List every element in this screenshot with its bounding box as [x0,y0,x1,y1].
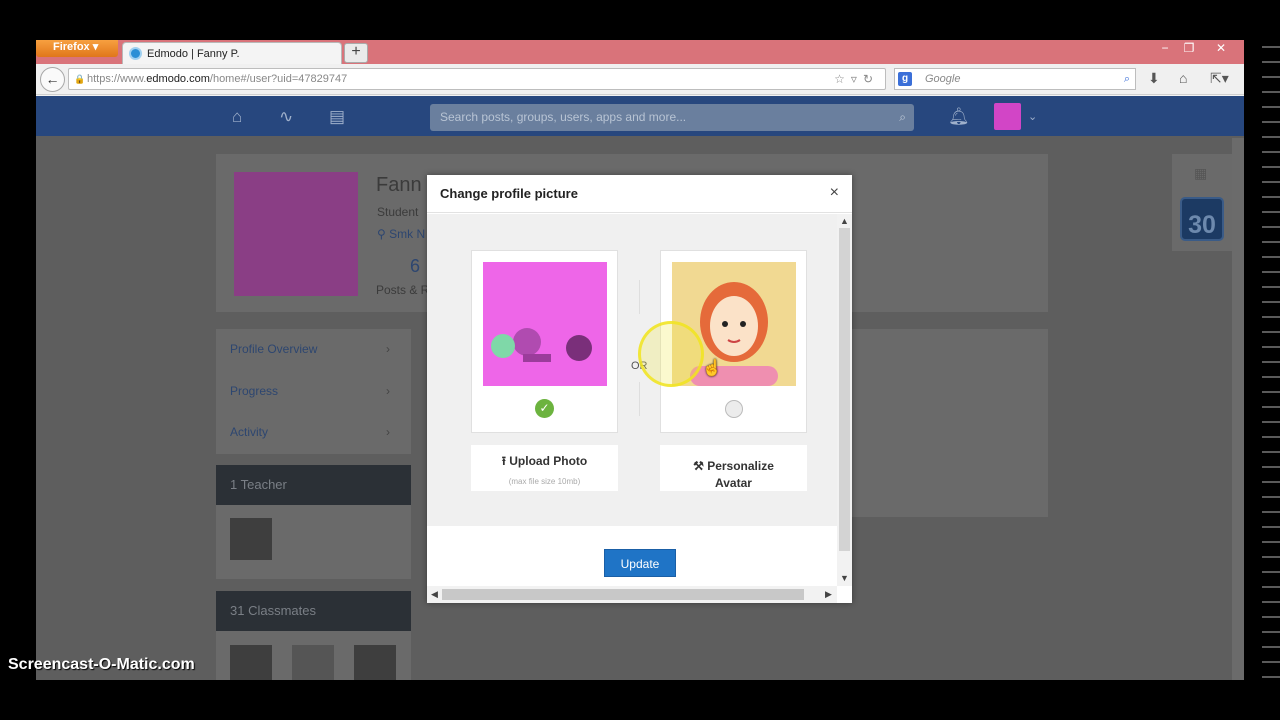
recorder-watermark: Screencast-O-Matic.com [8,656,195,673]
profile-role: Student [377,205,419,219]
classmate-avatar[interactable] [230,645,272,680]
bell-icon[interactable]: 🔔︎ [948,107,970,127]
house-icon[interactable]: ⌂ [232,107,242,127]
close-icon[interactable]: × [830,184,839,202]
magic-wand-icon: ⚒ [693,459,704,473]
url-bar[interactable]: 🔒 https://www.edmodo.com/home#/user?uid=… [68,68,886,90]
personalize-avatar-button[interactable]: ⚒ Personalize Avatar [660,445,807,491]
bookmark-star-icon[interactable]: ☆ [834,72,851,86]
upload-photo-button[interactable]: ⭱ Upload Photo (max file size 10mb) [471,445,618,491]
or-divider-bottom [639,382,640,416]
url-path: /home#/user?uid=47829747 [209,73,348,85]
modal-footer: Update [427,526,837,586]
title-bar: Firefox ▾ Edmodo | Fanny P. + − ❐ ✕ [36,40,1244,64]
planner-icon[interactable]: ▤ [329,107,345,127]
modal-header: Change profile picture × [427,175,852,213]
url-bar-icons: ☆▿↻ [834,69,879,89]
classmates-header[interactable]: 31 Classmates [216,591,411,631]
current-photo-thumbnail [483,262,607,386]
modal-horizontal-thumb[interactable] [442,589,804,600]
avatar-label: Avatar [715,476,752,490]
teacher-avatar[interactable] [230,518,272,560]
chevron-right-icon: › [386,342,390,356]
navigation-bar: ← 🔒 https://www.edmodo.com/home#/user?ui… [36,64,1244,95]
update-button[interactable]: Update [604,549,676,577]
edmodo-search-placeholder: Search posts, groups, users, apps and mo… [440,110,687,124]
chevron-down-icon[interactable]: ⌄ [1028,110,1037,123]
browser-tab[interactable]: Edmodo | Fanny P. [122,42,342,64]
edmodo-favicon-icon [129,47,142,60]
sidebar-item-progress[interactable]: Progress [230,384,410,398]
avatar-radio[interactable] [725,400,743,418]
dropdown-icon[interactable]: ▿ [851,72,863,86]
profile-picture [234,172,358,296]
activity-icon[interactable]: ∿ [279,107,293,127]
scroll-left-icon[interactable]: ◀ [431,589,438,600]
web-search-placeholder: Google [925,73,961,85]
calendar-icon[interactable]: 30 [1180,197,1224,241]
back-arrow-icon[interactable]: ← [40,67,65,92]
web-search-field[interactable]: g Google ⌕ [894,68,1136,90]
home-icon[interactable]: ⌂ [1179,70,1187,86]
photo-option[interactable]: ✓ [471,250,618,433]
upload-size-hint: (max file size 10mb) [508,477,581,486]
photo-art [491,328,592,362]
posts-count: 6 [410,256,421,276]
firefox-menu-button[interactable]: Firefox ▾ [36,40,118,57]
screen: Firefox ▾ Edmodo | Fanny P. + − ❐ ✕ ← 🔒 … [0,0,1280,720]
teachers-header[interactable]: 1 Teacher [216,465,411,505]
search-icon[interactable]: ⌕ [899,104,906,131]
modal-vertical-scrollbar[interactable]: ▲ ▼ [837,214,852,586]
hand-cursor-icon: ☝ [702,360,722,377]
scroll-right-icon[interactable]: ▶ [825,589,832,600]
posts-label: Posts & R [376,283,430,297]
url-domain: edmodo.com [146,73,210,85]
or-divider-top [639,280,640,314]
new-tab-button[interactable]: + [344,43,368,63]
modal-vertical-thumb[interactable] [839,228,850,551]
modal-body: ✓ OR ⭱ Upload Photo (max file size 10mb)… [427,214,837,526]
pin-icon: ⚲ [377,227,386,241]
upload-photo-label: Upload Photo [509,454,588,468]
edmodo-search-input[interactable]: Search posts, groups, users, apps and mo… [430,104,914,131]
chevron-right-icon: › [386,384,390,398]
change-profile-picture-modal: Change profile picture × ✓ OR ⭱ Upload P… [427,175,852,603]
edmodo-header: ⌂ ∿ ▤ Search posts, groups, users, apps … [36,96,1244,136]
scroll-down-icon[interactable]: ▼ [840,573,849,583]
sidebar-item-activity[interactable]: Activity [230,425,410,439]
restore-icon[interactable]: ❐ [1178,41,1200,55]
lock-icon: 🔒 [74,74,86,84]
google-icon: g [898,72,912,86]
selected-check-icon: ✓ [535,399,554,418]
chevron-right-icon: › [386,425,390,439]
upload-icon: ⭱ [501,454,506,468]
modal-title: Change profile picture [440,186,578,201]
download-icon[interactable]: ⬇ [1148,70,1160,87]
minimize-icon[interactable]: − [1154,41,1176,55]
content-card [844,329,1048,517]
classmate-avatar[interactable] [292,645,334,680]
cursor-highlight [638,321,704,387]
magnifier-icon[interactable]: ⌕ [1124,69,1130,89]
personalize-label: Personalize [707,459,774,473]
profile-name: Fann [376,174,422,196]
user-avatar[interactable] [994,103,1021,130]
edge-artifact [1262,40,1280,680]
classmate-avatar[interactable] [354,645,396,680]
apps-grid-icon[interactable]: ▦ [1194,165,1207,182]
url-prefix: https://www. [87,73,147,85]
tab-title: Edmodo | Fanny P. [147,47,240,60]
profile-school[interactable]: ⚲ Smk N [377,227,425,241]
share-icon[interactable]: ⇱▾ [1210,70,1229,87]
scroll-up-icon[interactable]: ▲ [840,216,849,226]
sidebar-item-profile-overview[interactable]: Profile Overview [230,342,410,356]
close-window-icon[interactable]: ✕ [1210,41,1232,55]
modal-horizontal-scrollbar[interactable]: ◀ ▶ [427,586,837,603]
page-scrollbar[interactable] [1232,138,1244,680]
reload-icon[interactable]: ↻ [863,72,879,86]
